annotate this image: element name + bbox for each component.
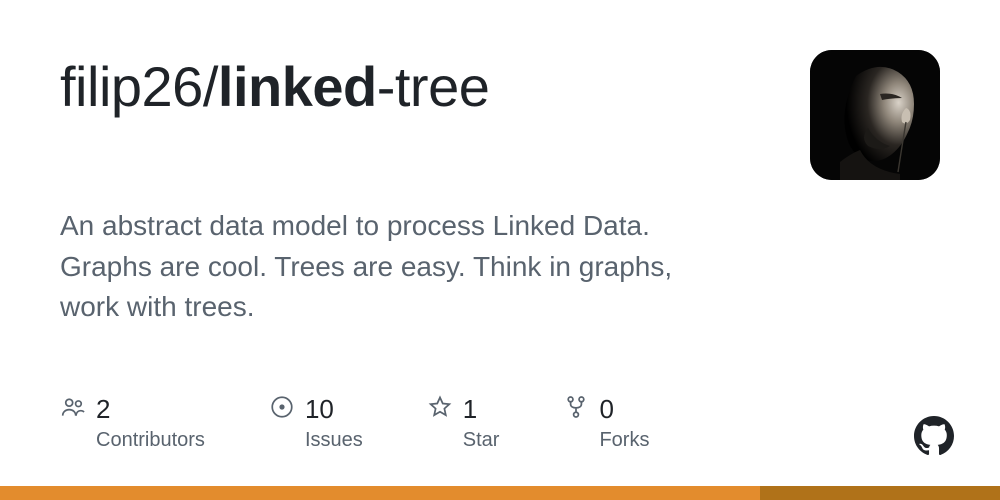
github-logo-icon[interactable] [914, 416, 954, 456]
issues-count: 10 [305, 394, 334, 425]
people-icon [60, 394, 86, 425]
contributors-count: 2 [96, 394, 110, 425]
language-bar-primary [0, 486, 760, 500]
stat-contributors[interactable]: 2 Contributors [60, 394, 205, 452]
star-icon [427, 394, 453, 425]
forks-count: 0 [599, 394, 613, 425]
avatar[interactable] [810, 50, 940, 180]
repo-name-rest[interactable]: -tree [377, 55, 490, 118]
fork-icon [563, 394, 589, 425]
stat-forks[interactable]: 0 Forks [563, 394, 649, 452]
language-bar-secondary [760, 486, 1000, 500]
avatar-image [810, 50, 940, 180]
repo-description: An abstract data model to process Linked… [60, 206, 700, 328]
stats-row: 2 Contributors 10 Issues 1 Star [60, 394, 649, 452]
forks-label: Forks [599, 429, 649, 452]
issue-icon [269, 394, 295, 425]
issues-label: Issues [305, 429, 363, 452]
repo-social-card: filip26/linked-tree [0, 0, 1000, 500]
repo-title[interactable]: filip26/linked-tree [60, 50, 489, 118]
star-label: Star [463, 429, 500, 452]
stat-star[interactable]: 1 Star [427, 394, 500, 452]
repo-slash: / [203, 55, 218, 118]
repo-name-bold[interactable]: linked [218, 55, 377, 118]
language-bar [0, 486, 1000, 500]
star-count: 1 [463, 394, 477, 425]
stat-issues[interactable]: 10 Issues [269, 394, 363, 452]
header-row: filip26/linked-tree [60, 50, 940, 180]
contributors-label: Contributors [96, 429, 205, 452]
repo-owner[interactable]: filip26 [60, 55, 203, 118]
